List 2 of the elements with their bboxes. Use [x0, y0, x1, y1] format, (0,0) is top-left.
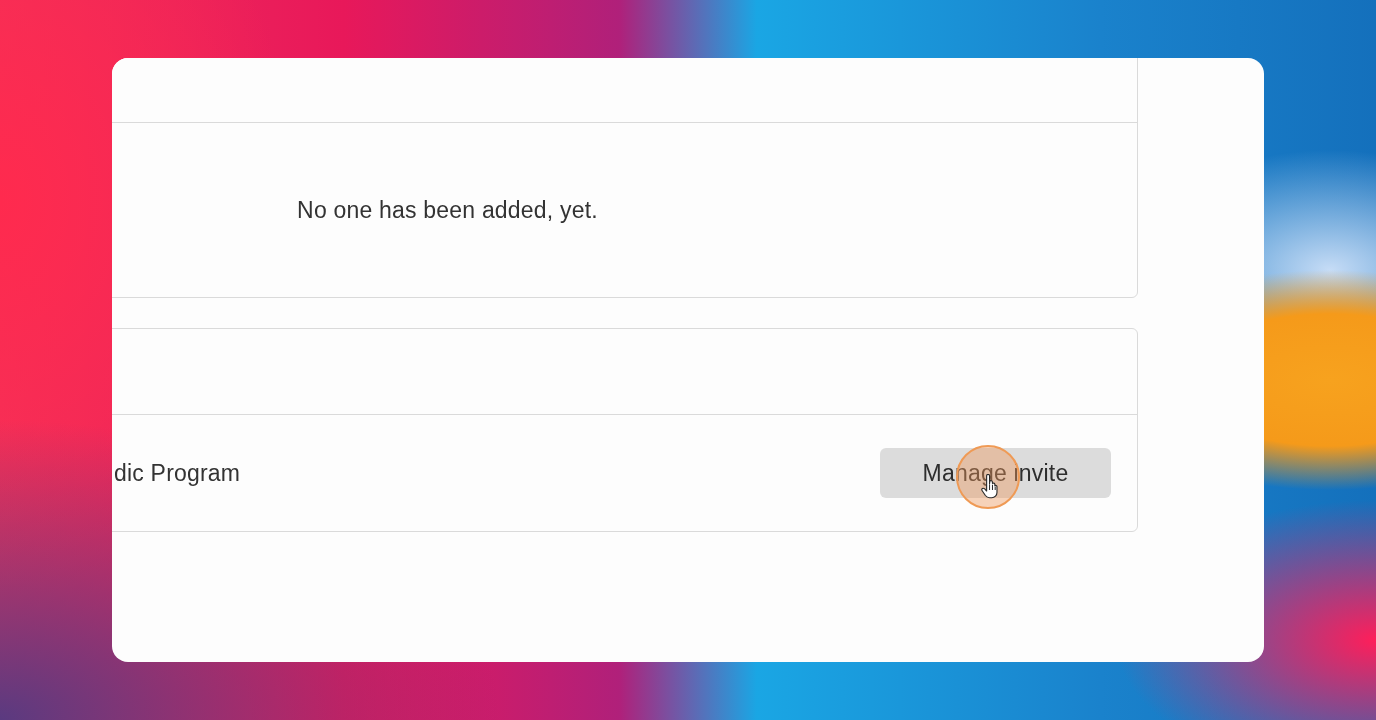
empty-state-message: No one has been added, yet. — [297, 196, 598, 224]
program-name: dic Program — [114, 459, 241, 487]
